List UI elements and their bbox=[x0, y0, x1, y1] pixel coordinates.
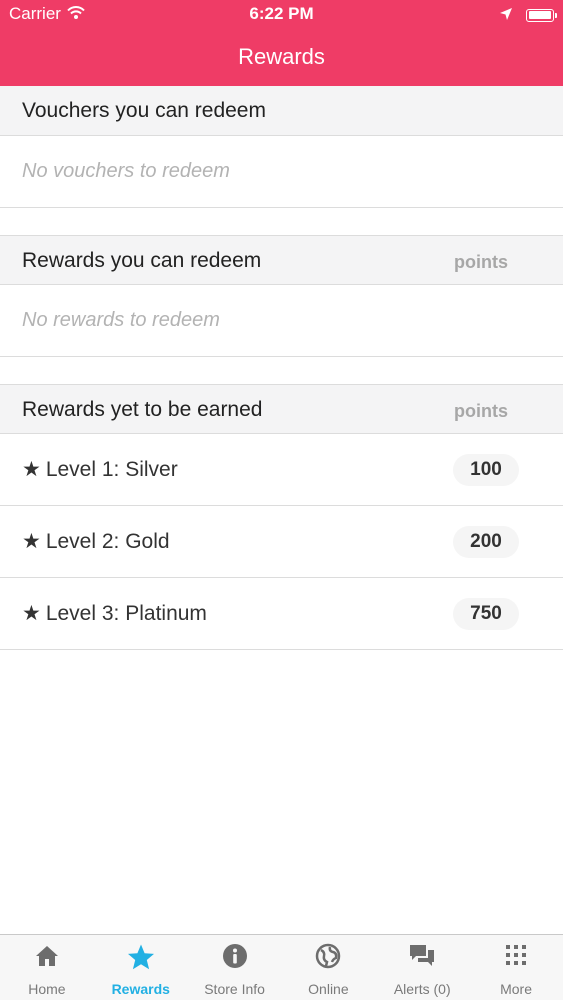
home-icon bbox=[0, 943, 94, 971]
chat-icon bbox=[375, 943, 469, 971]
star-icon bbox=[94, 943, 188, 971]
star-icon: ★ bbox=[22, 530, 41, 553]
reward-points-badge: 200 bbox=[453, 526, 519, 558]
grid-icon bbox=[469, 943, 563, 971]
tab-more[interactable]: More bbox=[469, 935, 563, 1000]
globe-icon bbox=[281, 943, 375, 971]
tab-store-info[interactable]: Store Info bbox=[188, 935, 282, 1000]
redeemable-points-label: points bbox=[454, 252, 508, 272]
yet-to-earn-section-title: Rewards yet to be earned bbox=[22, 398, 263, 421]
section-spacer bbox=[0, 208, 563, 235]
yet-to-earn-points-label: points bbox=[454, 401, 508, 421]
reward-label: Level 2: Gold bbox=[45, 530, 170, 553]
reward-points-badge: 750 bbox=[453, 598, 519, 630]
reward-label: Level 3: Platinum bbox=[45, 602, 207, 625]
status-time: 6:22 PM bbox=[249, 4, 314, 23]
tab-home[interactable]: Home bbox=[0, 935, 94, 1000]
section-spacer bbox=[0, 357, 563, 384]
vouchers-section-header: Vouchers you can redeem bbox=[0, 86, 563, 136]
reward-points-badge: 100 bbox=[453, 454, 519, 486]
tab-alerts[interactable]: Alerts (0) bbox=[375, 935, 469, 1000]
battery-icon bbox=[526, 8, 557, 22]
tab-label: Store Info bbox=[204, 981, 265, 997]
star-icon: ★ bbox=[22, 602, 41, 625]
tab-label: Online bbox=[308, 981, 349, 997]
page-title: Rewards bbox=[238, 44, 325, 69]
tab-rewards[interactable]: Rewards bbox=[94, 935, 188, 1000]
reward-row-level-1[interactable]: ★ Level 1: Silver 100 bbox=[0, 434, 563, 506]
tab-label: Alerts (0) bbox=[393, 981, 451, 997]
tab-bar: Home Rewards Store Info Online Alerts (0… bbox=[0, 934, 563, 1000]
reward-name: ★ Level 3: Platinum bbox=[22, 601, 207, 626]
yet-to-earn-section-header: Rewards yet to be earned points bbox=[0, 384, 563, 434]
redeemable-section-header: Rewards you can redeem points bbox=[0, 235, 563, 285]
redeemable-empty-text: No rewards to redeem bbox=[22, 309, 220, 331]
reward-name: ★ Level 2: Gold bbox=[22, 529, 170, 554]
tab-online[interactable]: Online bbox=[281, 935, 375, 1000]
app-header: Carrier 6:22 PM Rewards bbox=[0, 0, 563, 86]
tab-label: Home bbox=[28, 981, 66, 997]
redeemable-empty-row: No rewards to redeem bbox=[0, 285, 563, 357]
reward-label: Level 1: Silver bbox=[45, 458, 178, 481]
redeemable-section-title: Rewards you can redeem bbox=[22, 249, 262, 272]
status-bar: Carrier 6:22 PM bbox=[0, 0, 563, 30]
vouchers-section-title: Vouchers you can redeem bbox=[22, 99, 266, 122]
tab-label: More bbox=[500, 981, 532, 997]
info-icon bbox=[188, 943, 282, 971]
location-icon bbox=[500, 5, 512, 25]
star-icon: ★ bbox=[22, 458, 41, 481]
rewards-content: Vouchers you can redeem No vouchers to r… bbox=[0, 86, 563, 650]
reward-name: ★ Level 1: Silver bbox=[22, 457, 178, 482]
reward-row-level-3[interactable]: ★ Level 3: Platinum 750 bbox=[0, 578, 563, 650]
tab-label: Rewards bbox=[111, 981, 170, 997]
status-right bbox=[500, 5, 557, 25]
vouchers-empty-row: No vouchers to redeem bbox=[0, 136, 563, 208]
reward-row-level-2[interactable]: ★ Level 2: Gold 200 bbox=[0, 506, 563, 578]
vouchers-empty-text: No vouchers to redeem bbox=[22, 160, 230, 182]
